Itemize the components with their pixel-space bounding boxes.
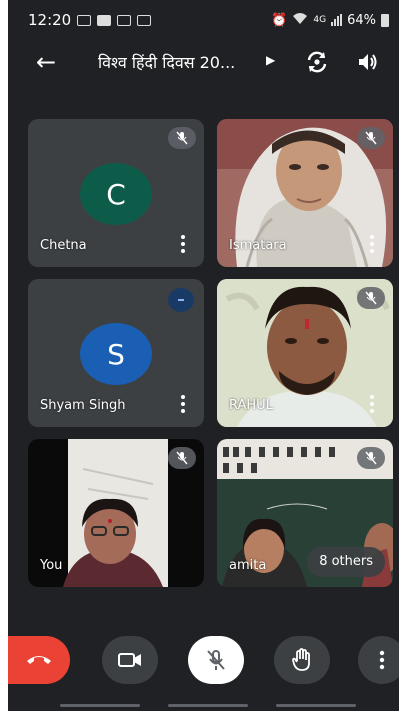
mic-off-icon	[207, 650, 225, 670]
gallery-icon	[137, 14, 152, 26]
avatar: C	[80, 163, 152, 225]
participant-tile-rahul[interactable]: RAHUL	[217, 279, 393, 427]
microphone-button[interactable]	[188, 636, 244, 684]
raise-hand-button[interactable]	[274, 636, 330, 684]
wifi-icon	[292, 12, 308, 28]
mic-off-icon	[168, 447, 196, 469]
clock: 12:20	[28, 11, 72, 29]
video-camera-icon	[118, 653, 141, 667]
battery-percent: 64%	[347, 12, 376, 28]
more-options-button[interactable]	[358, 636, 399, 684]
speaking-indicator-icon	[168, 288, 194, 312]
mic-off-icon	[357, 447, 385, 469]
screen-record-icon	[77, 14, 92, 26]
participant-name: Shyam Singh	[40, 398, 126, 413]
alarm-icon	[117, 14, 132, 26]
participant-name: Chetna	[40, 238, 87, 253]
network-type: 4G	[313, 15, 327, 25]
participant-tile-shyam-singh[interactable]: S Shyam Singh	[28, 279, 204, 427]
camera-button[interactable]	[102, 636, 158, 684]
mic-off-icon	[357, 127, 385, 149]
participant-name: Ismatara	[229, 238, 287, 253]
more-vert-icon[interactable]	[180, 395, 186, 413]
phone-hangup-icon	[27, 656, 51, 664]
nav-gesture-bar	[276, 704, 356, 707]
avatar: S	[80, 323, 152, 385]
chevron-right-icon[interactable]: ▶	[266, 53, 275, 67]
meet-screen: 12:20 ⏰ 4G 64% ← विश्व हिंदी दिवस 20... …	[8, 0, 399, 711]
participant-name: RAHUL	[229, 398, 273, 413]
meeting-title[interactable]: विश्व हिंदी दिवस 20...	[98, 51, 235, 73]
nav-gesture-bar	[60, 704, 140, 707]
nav-gesture-bar	[168, 704, 248, 707]
mic-off-icon	[168, 127, 196, 149]
participant-tile-you[interactable]: You	[28, 439, 204, 587]
more-vert-icon[interactable]	[369, 395, 375, 413]
more-vert-icon[interactable]	[180, 235, 186, 253]
hand-icon	[292, 648, 310, 671]
battery-icon	[381, 13, 389, 27]
back-arrow-icon[interactable]: ←	[36, 48, 56, 76]
participant-tile-ismatara[interactable]: Ismatara	[217, 119, 393, 267]
more-vert-icon	[379, 650, 385, 670]
participant-tile-amita[interactable]: amita 8 others	[217, 439, 393, 587]
others-count-button[interactable]: 8 others	[307, 547, 385, 577]
notification-icon	[97, 14, 112, 26]
end-call-button[interactable]	[8, 636, 70, 684]
more-vert-icon[interactable]	[369, 235, 375, 253]
alarm-status-icon: ⏰	[271, 12, 288, 28]
switch-camera-icon[interactable]	[303, 48, 331, 76]
participant-name: amita	[229, 558, 267, 573]
speaker-icon[interactable]	[354, 48, 382, 76]
mic-off-icon	[357, 287, 385, 309]
status-bar: 12:20 ⏰ 4G 64%	[8, 0, 399, 40]
meeting-header: ← विश्व हिंदी दिवस 20... ▶	[8, 40, 399, 84]
participant-tile-chetna[interactable]: C Chetna	[28, 119, 204, 267]
signal-icon	[331, 14, 343, 26]
call-controls	[8, 632, 399, 688]
participant-name: You	[40, 558, 63, 573]
